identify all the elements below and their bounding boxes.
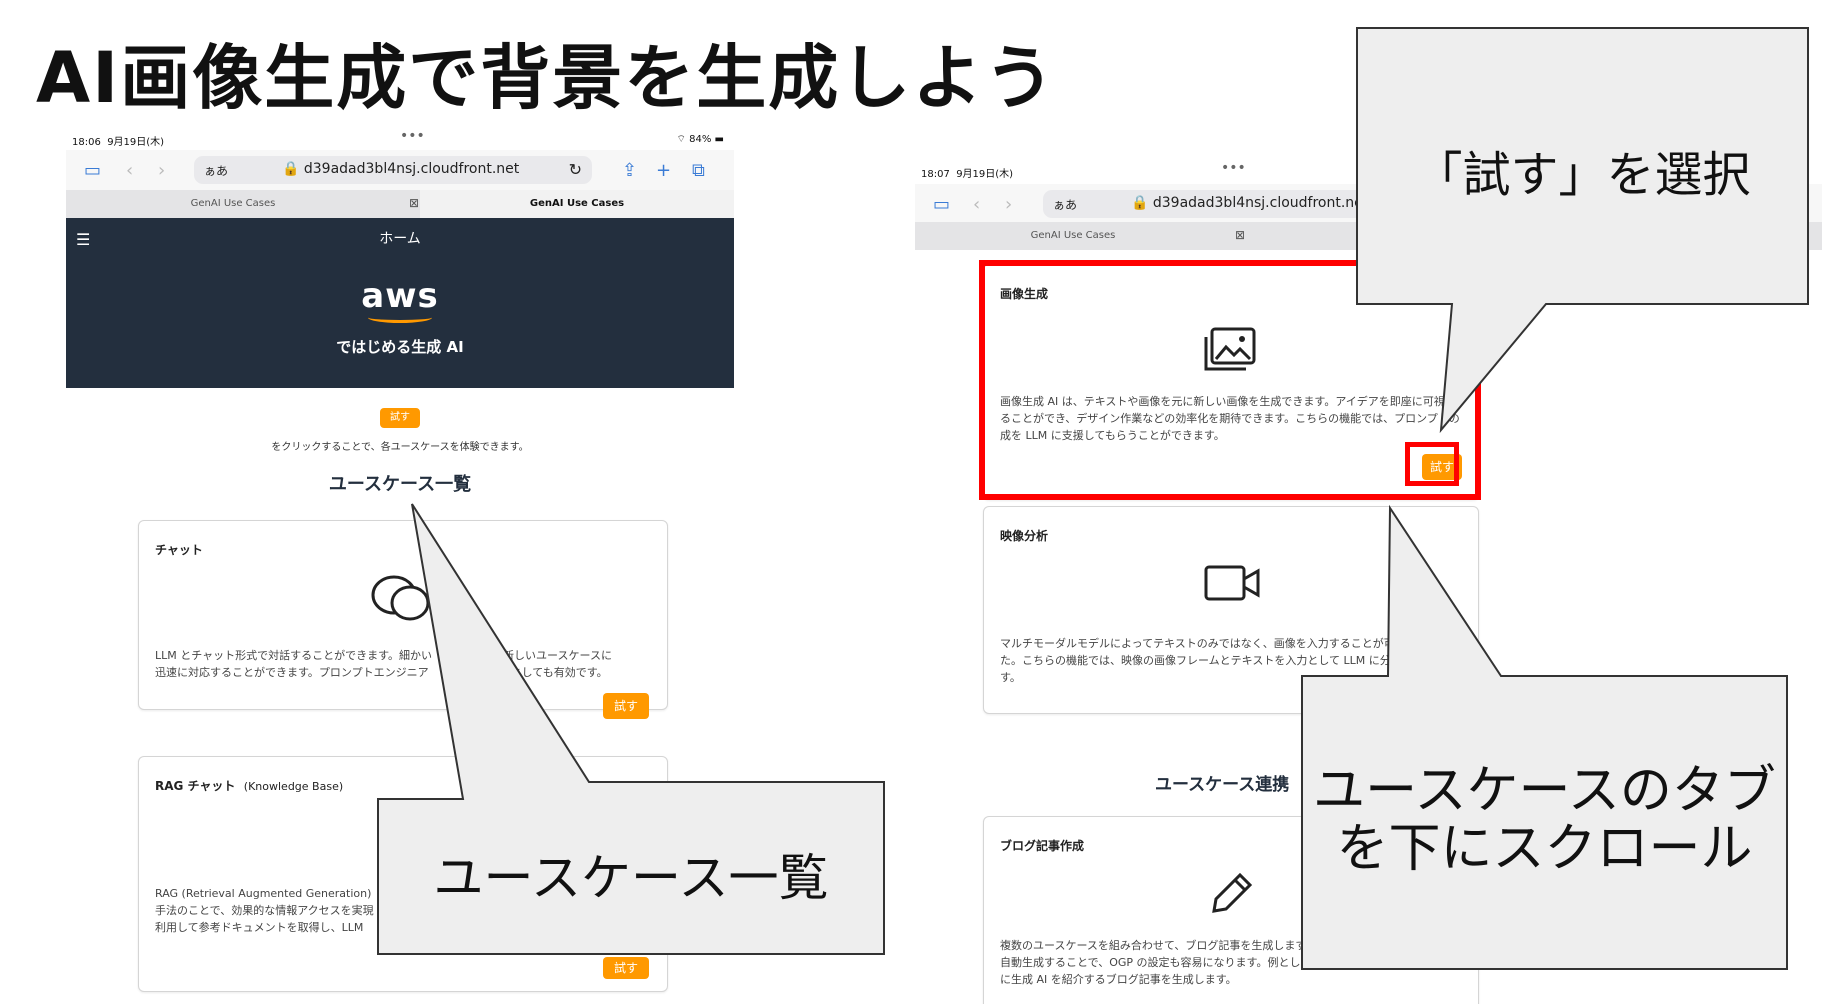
callout-bottom-right-text: ユースケースのタブ を下にスクロール (1313, 761, 1776, 879)
callout-top-right-shape (1356, 27, 1809, 434)
callout-top-right-text: 「試す」を選択 (1414, 147, 1751, 203)
callout-bottom-left-text: ユースケース一覧 (433, 849, 829, 907)
callout-bottom-right-shape (1301, 504, 1788, 970)
